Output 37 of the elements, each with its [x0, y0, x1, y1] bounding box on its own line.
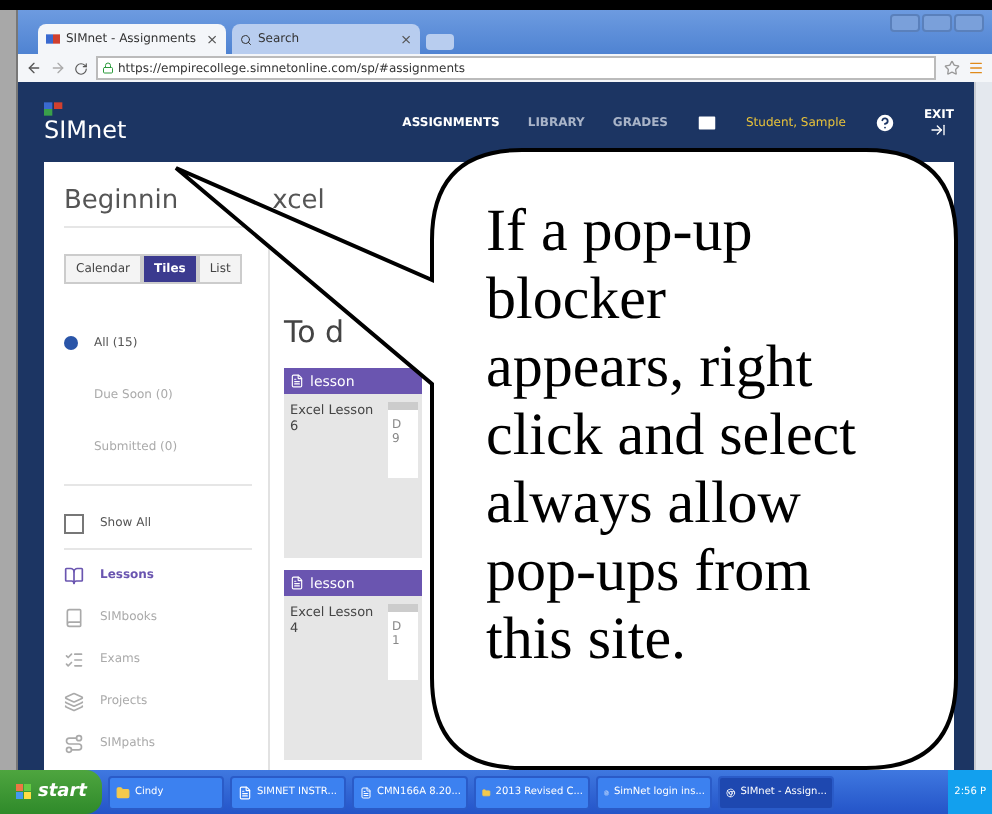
- exit-arrow-icon: [930, 121, 947, 137]
- folder-icon: [116, 785, 131, 799]
- type-icon: [64, 607, 84, 627]
- course-title: xcel: [272, 186, 325, 216]
- section-title: To d: [284, 314, 347, 354]
- document-icon: [604, 785, 610, 799]
- browser-icon: [726, 785, 737, 799]
- forward-icon[interactable]: [50, 60, 66, 76]
- lesson-icon: [290, 374, 304, 388]
- mail-icon[interactable]: [696, 111, 718, 133]
- close-button[interactable]: [954, 14, 984, 32]
- show-all-checkbox[interactable]: [64, 513, 84, 533]
- lock-icon: [102, 62, 114, 74]
- simnet-logo: SIMnet: [44, 101, 127, 143]
- site-favicon: [46, 34, 60, 44]
- menu-icon[interactable]: [968, 60, 984, 76]
- document-icon: [360, 785, 373, 799]
- back-icon[interactable]: [26, 60, 42, 76]
- scrollbar[interactable]: [974, 82, 992, 770]
- search-icon: [240, 33, 252, 45]
- maximize-button[interactable]: [922, 14, 952, 32]
- reload-icon[interactable]: [74, 61, 88, 75]
- minimize-button[interactable]: [890, 14, 920, 32]
- type-icon: [64, 733, 84, 753]
- folder-icon: [482, 785, 492, 799]
- document-icon: [238, 785, 253, 799]
- type-icon: [64, 565, 84, 585]
- type-icon: [64, 691, 84, 711]
- start-button[interactable]: start: [0, 770, 103, 814]
- type-icon: [64, 649, 84, 669]
- course-title: Beginnin: [64, 186, 179, 216]
- lesson-icon: [290, 576, 304, 590]
- new-tab-button[interactable]: [426, 34, 454, 50]
- windows-logo-icon: [16, 784, 32, 800]
- callout-text: If a pop-up blocker appears, right click and select always allow pop-ups from this site.: [486, 198, 858, 674]
- help-icon[interactable]: [873, 111, 896, 133]
- bookmark-star-icon[interactable]: [944, 60, 960, 76]
